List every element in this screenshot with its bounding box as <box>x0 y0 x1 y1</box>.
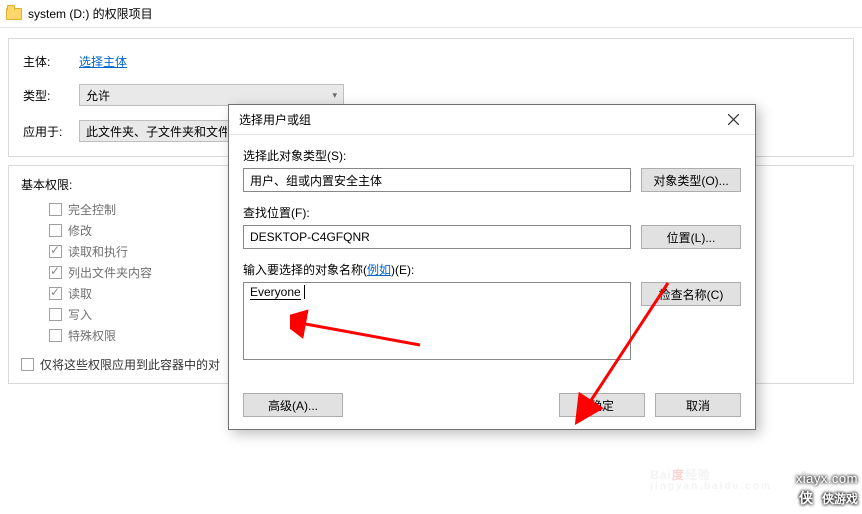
checkbox-icon <box>49 245 62 258</box>
type-label: 类型: <box>23 87 79 104</box>
container-only-label: 仅将这些权限应用到此容器中的对 <box>40 356 220 373</box>
logo-icon: 侠 <box>794 486 818 510</box>
checkbox-icon <box>49 329 62 342</box>
checkbox-icon <box>49 287 62 300</box>
apply-label: 应用于: <box>23 123 79 140</box>
window-title: system (D:) 的权限项目 <box>28 5 153 22</box>
chevron-down-icon: ▾ <box>332 90 337 101</box>
checkbox-icon <box>21 358 34 371</box>
permission-label: 特殊权限 <box>68 327 116 344</box>
select-subject-link[interactable]: 选择主体 <box>79 53 127 70</box>
type-value: 允许 <box>86 87 110 104</box>
folder-icon <box>6 8 22 20</box>
permission-label: 读取 <box>68 285 92 302</box>
object-names-input[interactable]: Everyone <box>243 282 631 360</box>
example-link[interactable]: 例如 <box>367 263 391 277</box>
permission-label: 写入 <box>68 306 92 323</box>
checkbox-icon <box>49 224 62 237</box>
dialog-title-bar: 选择用户或组 <box>229 105 755 135</box>
checkbox-icon <box>49 308 62 321</box>
check-names-button[interactable]: 检查名称(C) <box>641 282 741 306</box>
window-title-bar: system (D:) 的权限项目 <box>0 0 862 28</box>
object-type-field: 用户、组或内置安全主体 <box>243 168 631 192</box>
object-type-label: 选择此对象类型(S): <box>243 147 741 164</box>
type-select[interactable]: 允许 ▾ <box>79 84 344 106</box>
site-watermark: xiayx.com 侠侠游戏 <box>794 471 858 510</box>
names-label: 输入要选择的对象名称(例如)(E): <box>243 261 741 278</box>
apply-value: 此文件夹、子文件夹和文件 <box>86 123 227 140</box>
select-user-dialog: 选择用户或组 选择此对象类型(S): 用户、组或内置安全主体 对象类型(O)..… <box>228 104 756 430</box>
location-button[interactable]: 位置(L)... <box>641 225 741 249</box>
permission-label: 读取和执行 <box>68 243 128 260</box>
object-type-button[interactable]: 对象类型(O)... <box>641 168 741 192</box>
permission-label: 修改 <box>68 222 92 239</box>
permission-label: 列出文件夹内容 <box>68 264 152 281</box>
baidu-watermark: Bai度经验 jingyan.baidu.com <box>650 462 772 492</box>
advanced-button[interactable]: 高级(A)... <box>243 393 343 417</box>
apply-select[interactable]: 此文件夹、子文件夹和文件 <box>79 120 234 142</box>
dialog-title: 选择用户或组 <box>239 111 311 128</box>
close-button[interactable] <box>711 105 755 135</box>
permission-label: 完全控制 <box>68 201 116 218</box>
close-icon <box>728 114 739 125</box>
checkbox-icon <box>49 266 62 279</box>
location-label: 查找位置(F): <box>243 204 741 221</box>
cancel-button[interactable]: 取消 <box>655 393 741 417</box>
location-field: DESKTOP-C4GFQNR <box>243 225 631 249</box>
subject-label: 主体: <box>23 53 79 70</box>
checkbox-icon <box>49 203 62 216</box>
ok-button[interactable]: 确定 <box>559 393 645 417</box>
